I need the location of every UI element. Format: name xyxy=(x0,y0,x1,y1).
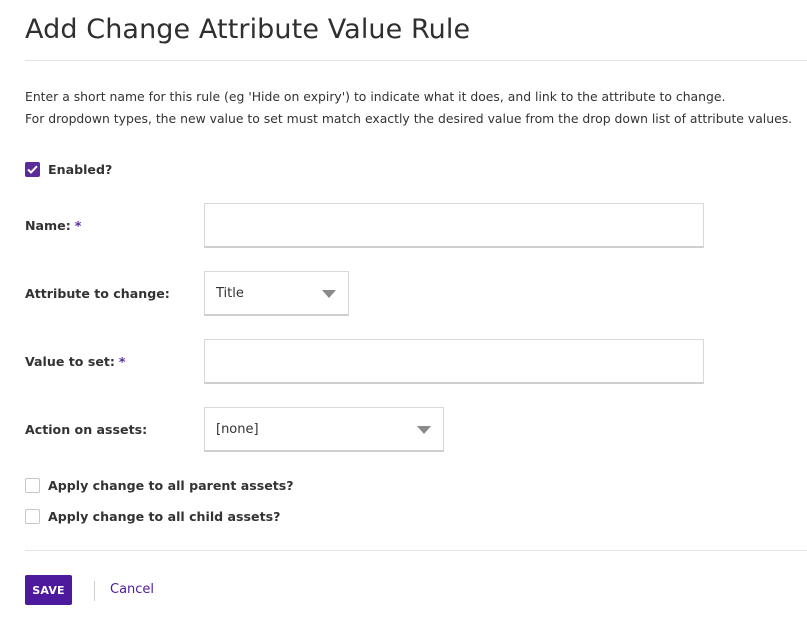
footer-divider xyxy=(25,550,807,551)
action-select-value: [none] xyxy=(216,421,259,437)
chevron-down-icon xyxy=(322,290,336,298)
enabled-row: Enabled? xyxy=(25,162,112,177)
intro-line-2: For dropdown types, the new value to set… xyxy=(25,111,793,126)
required-asterisk: * xyxy=(74,218,82,233)
intro-line-1: Enter a short name for this rule (eg 'Hi… xyxy=(25,89,726,104)
apply-child-checkbox[interactable] xyxy=(25,509,40,524)
enabled-label: Enabled? xyxy=(48,162,113,177)
apply-child-label: Apply change to all child assets? xyxy=(48,509,281,524)
enabled-checkbox[interactable] xyxy=(25,162,40,177)
checkmark-icon xyxy=(27,165,38,174)
attribute-select-value: Title xyxy=(216,285,244,301)
save-button[interactable]: SAVE xyxy=(25,575,72,605)
cancel-link[interactable]: Cancel xyxy=(110,582,154,597)
intro-text: Enter a short name for this rule (eg 'Hi… xyxy=(25,86,792,130)
chevron-down-icon xyxy=(417,426,431,434)
name-input[interactable] xyxy=(204,203,704,248)
apply-child-row: Apply change to all child assets? xyxy=(25,509,280,524)
attribute-select[interactable]: Title xyxy=(204,271,349,316)
name-label: Name: * xyxy=(25,218,81,233)
apply-parent-checkbox[interactable] xyxy=(25,478,40,493)
apply-parent-label: Apply change to all parent assets? xyxy=(48,478,294,493)
required-asterisk: * xyxy=(118,354,126,369)
name-label-text: Name: xyxy=(25,218,71,233)
value-to-set-label-text: Value to set: xyxy=(25,354,115,369)
value-to-set-input[interactable] xyxy=(204,339,704,384)
attribute-label: Attribute to change: xyxy=(25,286,170,301)
action-select[interactable]: [none] xyxy=(204,407,444,452)
title-divider xyxy=(25,60,807,61)
button-separator xyxy=(94,581,95,601)
value-to-set-label: Value to set: * xyxy=(25,354,126,369)
action-label: Action on assets: xyxy=(25,422,148,437)
page-title: Add Change Attribute Value Rule xyxy=(25,14,471,45)
apply-parent-row: Apply change to all parent assets? xyxy=(25,478,294,493)
